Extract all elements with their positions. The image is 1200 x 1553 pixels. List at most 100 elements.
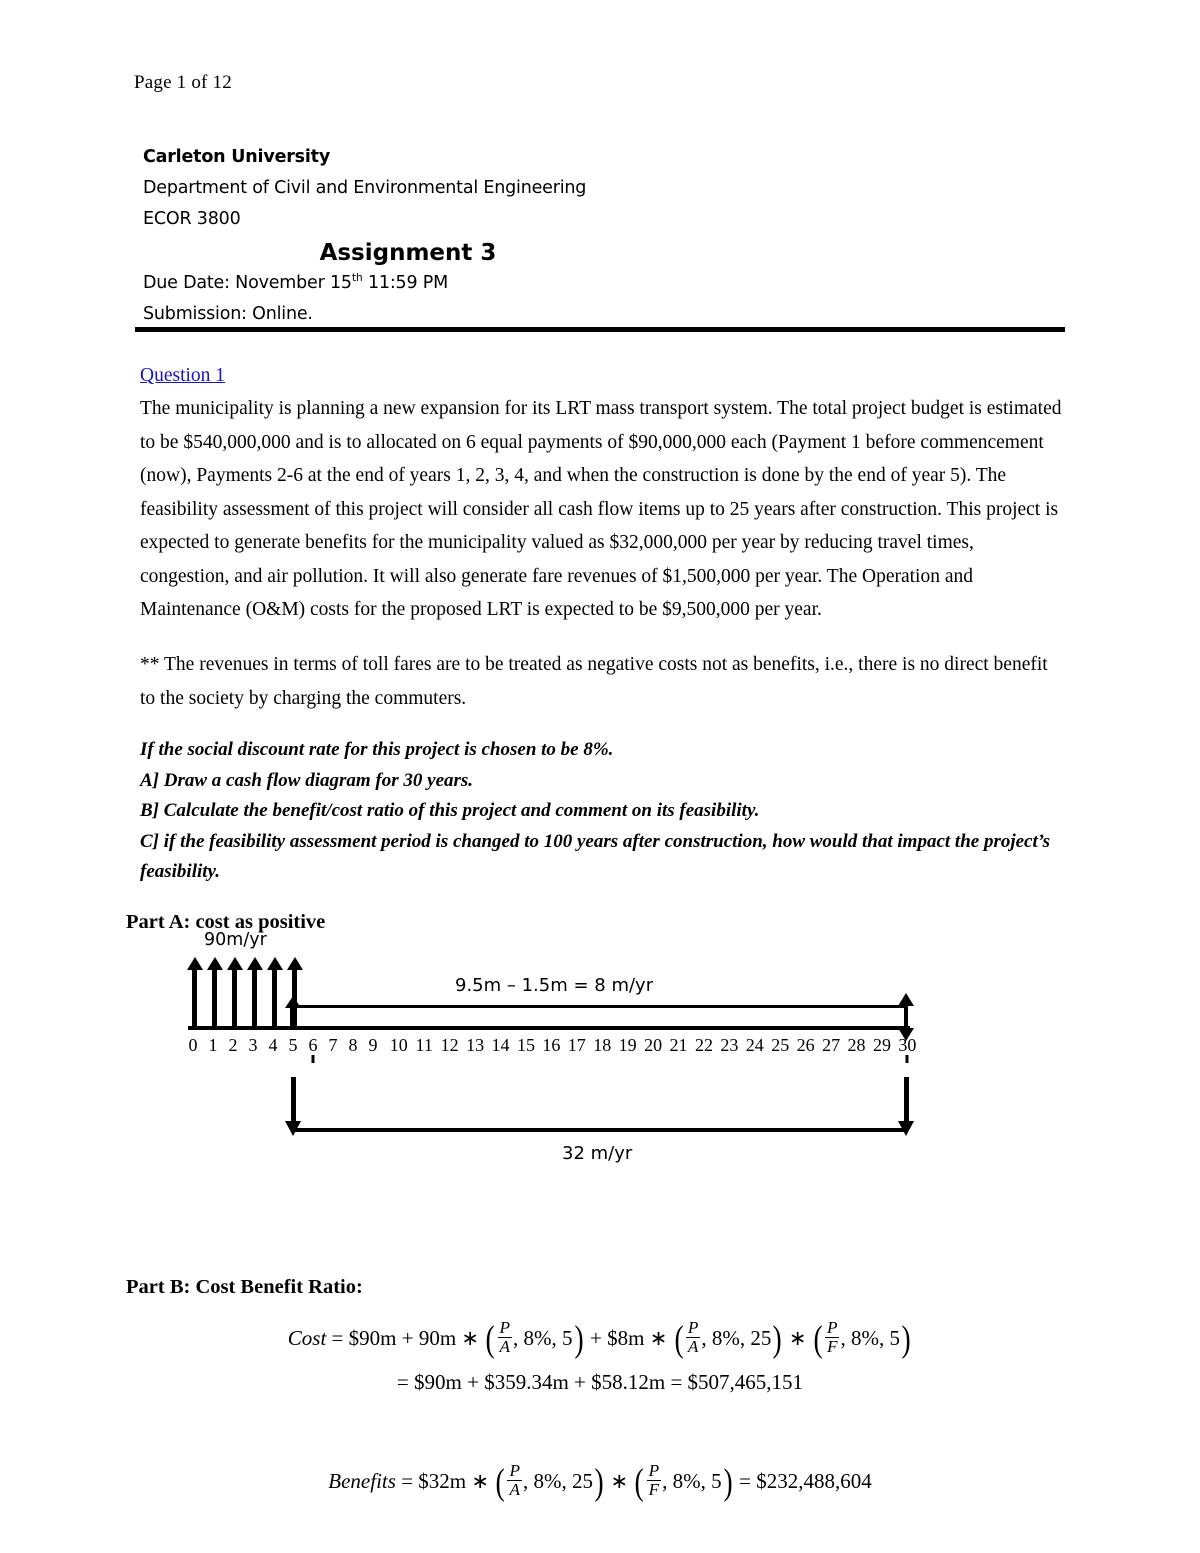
tick-21: 21 xyxy=(669,1035,688,1055)
university-name: Carleton University xyxy=(143,147,331,167)
benefits-equals-2: = xyxy=(739,1469,751,1494)
cost-lhs: Cost xyxy=(287,1326,327,1351)
benefits-lhs: Benefits xyxy=(328,1469,396,1494)
pf-factor-fraction: P F xyxy=(646,1461,662,1500)
cost-arrow-year-1 xyxy=(206,957,223,1028)
benefits-result: $232,488,604 xyxy=(756,1469,872,1494)
cost-arrow-label: 90m/yr xyxy=(204,930,267,950)
tick-29: 29 xyxy=(872,1035,891,1055)
benefits-equation: Benefits = $32m ∗ ( P A , 8%, 25 ) ∗ ( P… xyxy=(328,1461,872,1503)
open-paren: ( xyxy=(485,1318,495,1360)
tick-11: 11 xyxy=(415,1035,433,1055)
tick-30: 30 xyxy=(898,1035,917,1055)
tick-2: 2 xyxy=(228,1035,238,1055)
factor-periods: 5 xyxy=(711,1469,722,1494)
tick-20: 20 xyxy=(644,1035,663,1055)
benefits-coefficient: $32m xyxy=(418,1469,467,1494)
benefits-star-2: ∗ xyxy=(610,1469,629,1494)
tick-10: 10 xyxy=(389,1035,408,1055)
fraction-numerator: P xyxy=(826,1318,838,1337)
benefits-equals: = xyxy=(401,1469,414,1494)
fraction-numerator: P xyxy=(499,1318,511,1337)
om-bracket xyxy=(293,1005,908,1008)
course-code: ECOR 3800 xyxy=(143,209,241,229)
fraction-denominator: A xyxy=(497,1337,513,1357)
close-paren: ) xyxy=(723,1461,733,1503)
instruction-line: If the social discount rate for this pro… xyxy=(140,739,614,760)
institution-block: Carleton University Department of Civil … xyxy=(143,142,1043,330)
open-paren: ( xyxy=(674,1318,684,1360)
cost-term-2-coefficient: 90m xyxy=(418,1326,457,1351)
fraction-numerator: P xyxy=(509,1461,520,1480)
instruction-line: B] Calculate the benefit/cost ratio of t… xyxy=(140,800,760,821)
tick-13: 13 xyxy=(466,1035,485,1055)
cost-arrow-year-2 xyxy=(226,957,243,1028)
tick-mark-6 xyxy=(311,1055,315,1063)
tick-0: 0 xyxy=(188,1035,198,1055)
header-divider xyxy=(135,327,1065,332)
department-name: Department of Civil and Environmental En… xyxy=(143,178,587,198)
tick-22: 22 xyxy=(694,1035,713,1055)
tick-mark-30 xyxy=(905,1055,909,1063)
fraction-denominator: A xyxy=(685,1337,701,1357)
document-page: Page 1 of 12 Carleton University Departm… xyxy=(0,0,1200,1553)
benefit-arrow-year-30 xyxy=(898,1077,914,1136)
cost-term-3-coefficient: $8m xyxy=(607,1326,645,1351)
cost-equals: = xyxy=(331,1326,344,1351)
due-date-suffix: 11:59 PM xyxy=(362,273,449,293)
question-note: ** The revenues in terms of toll fares a… xyxy=(140,654,1048,709)
tick-14: 14 xyxy=(491,1035,510,1055)
benefit-bracket-label: 32 m/yr xyxy=(562,1143,633,1164)
benefits-star-1: ∗ xyxy=(471,1469,489,1494)
tick-15: 15 xyxy=(516,1035,535,1055)
om-bracket-label: 9.5m – 1.5m = 8 m/yr xyxy=(455,975,654,996)
pa-factor-fraction-2: P A xyxy=(685,1318,701,1357)
cost-arrow-year-4 xyxy=(266,957,283,1028)
cost-star-2: ∗ xyxy=(649,1326,668,1351)
assignment-title: Assignment 3 xyxy=(319,240,497,266)
due-date-prefix: Due Date: November 15 xyxy=(143,273,352,293)
tick-7: 7 xyxy=(328,1035,338,1055)
timeline-tick-labels: 0 1 2 3 4 5 6 7 8 9 10 11 12 13 14 15 16 17 18 19 20 21 22 23 24… xyxy=(188,1035,917,1063)
om-arrow-year-6 xyxy=(284,996,301,1029)
open-paren: ( xyxy=(495,1461,505,1503)
tick-4: 4 xyxy=(268,1035,278,1055)
cost-arrow-year-0 xyxy=(186,957,203,1028)
pa-factor-fraction: P A xyxy=(497,1318,513,1357)
fraction-denominator: A xyxy=(507,1480,522,1500)
tick-19: 19 xyxy=(618,1035,637,1055)
question-heading: Question 1 xyxy=(140,365,226,386)
cash-flow-diagram: 90m/yr 9.5m – 1.5m = 8 m/yr 32 m/yr 0123… xyxy=(0,925,1200,1200)
part-b-heading: Part B: Cost Benefit Ratio: xyxy=(126,1276,363,1298)
factor-rate: 8% xyxy=(533,1469,562,1494)
tick-12: 12 xyxy=(440,1035,459,1055)
fraction-denominator: F xyxy=(646,1480,662,1500)
tick-24: 24 xyxy=(745,1035,764,1055)
due-date: Due Date: November 15th 11:59 PM xyxy=(143,268,1043,299)
fraction-numerator: P xyxy=(648,1461,660,1480)
cost-star-3: ∗ xyxy=(788,1326,807,1351)
due-date-ordinal: th xyxy=(351,271,363,285)
open-paren: ( xyxy=(813,1318,823,1360)
fraction-denominator: F xyxy=(824,1337,840,1357)
om-bracket-end xyxy=(898,993,914,1041)
tick-8: 8 xyxy=(348,1035,358,1055)
tick-3: 3 xyxy=(248,1035,258,1055)
tick-1: 1 xyxy=(208,1035,218,1055)
submission-mode: Submission: Online. xyxy=(143,304,313,324)
tick-28: 28 xyxy=(847,1035,866,1055)
tick-18: 18 xyxy=(593,1035,612,1055)
pf-factor-fraction: P F xyxy=(824,1318,840,1357)
factor-periods: 25 xyxy=(750,1326,772,1351)
cost-equation: Cost = $90m + 90m ∗ ( P A , 8%, 5 ) + $8… xyxy=(287,1318,911,1360)
tick-23: 23 xyxy=(720,1035,739,1055)
cost-term-1: $90m xyxy=(348,1326,397,1351)
close-paren: ) xyxy=(574,1318,584,1360)
factor-periods: 5 xyxy=(562,1326,573,1351)
open-paren: ( xyxy=(634,1461,645,1503)
page-number: Page 1 of 12 xyxy=(134,72,232,93)
factor-periods: 5 xyxy=(889,1326,900,1351)
instruction-line: A] Draw a cash flow diagram for 30 years… xyxy=(140,769,474,791)
factor-rate: 8% xyxy=(672,1469,701,1494)
benefit-arrow-year-6 xyxy=(285,1077,301,1136)
